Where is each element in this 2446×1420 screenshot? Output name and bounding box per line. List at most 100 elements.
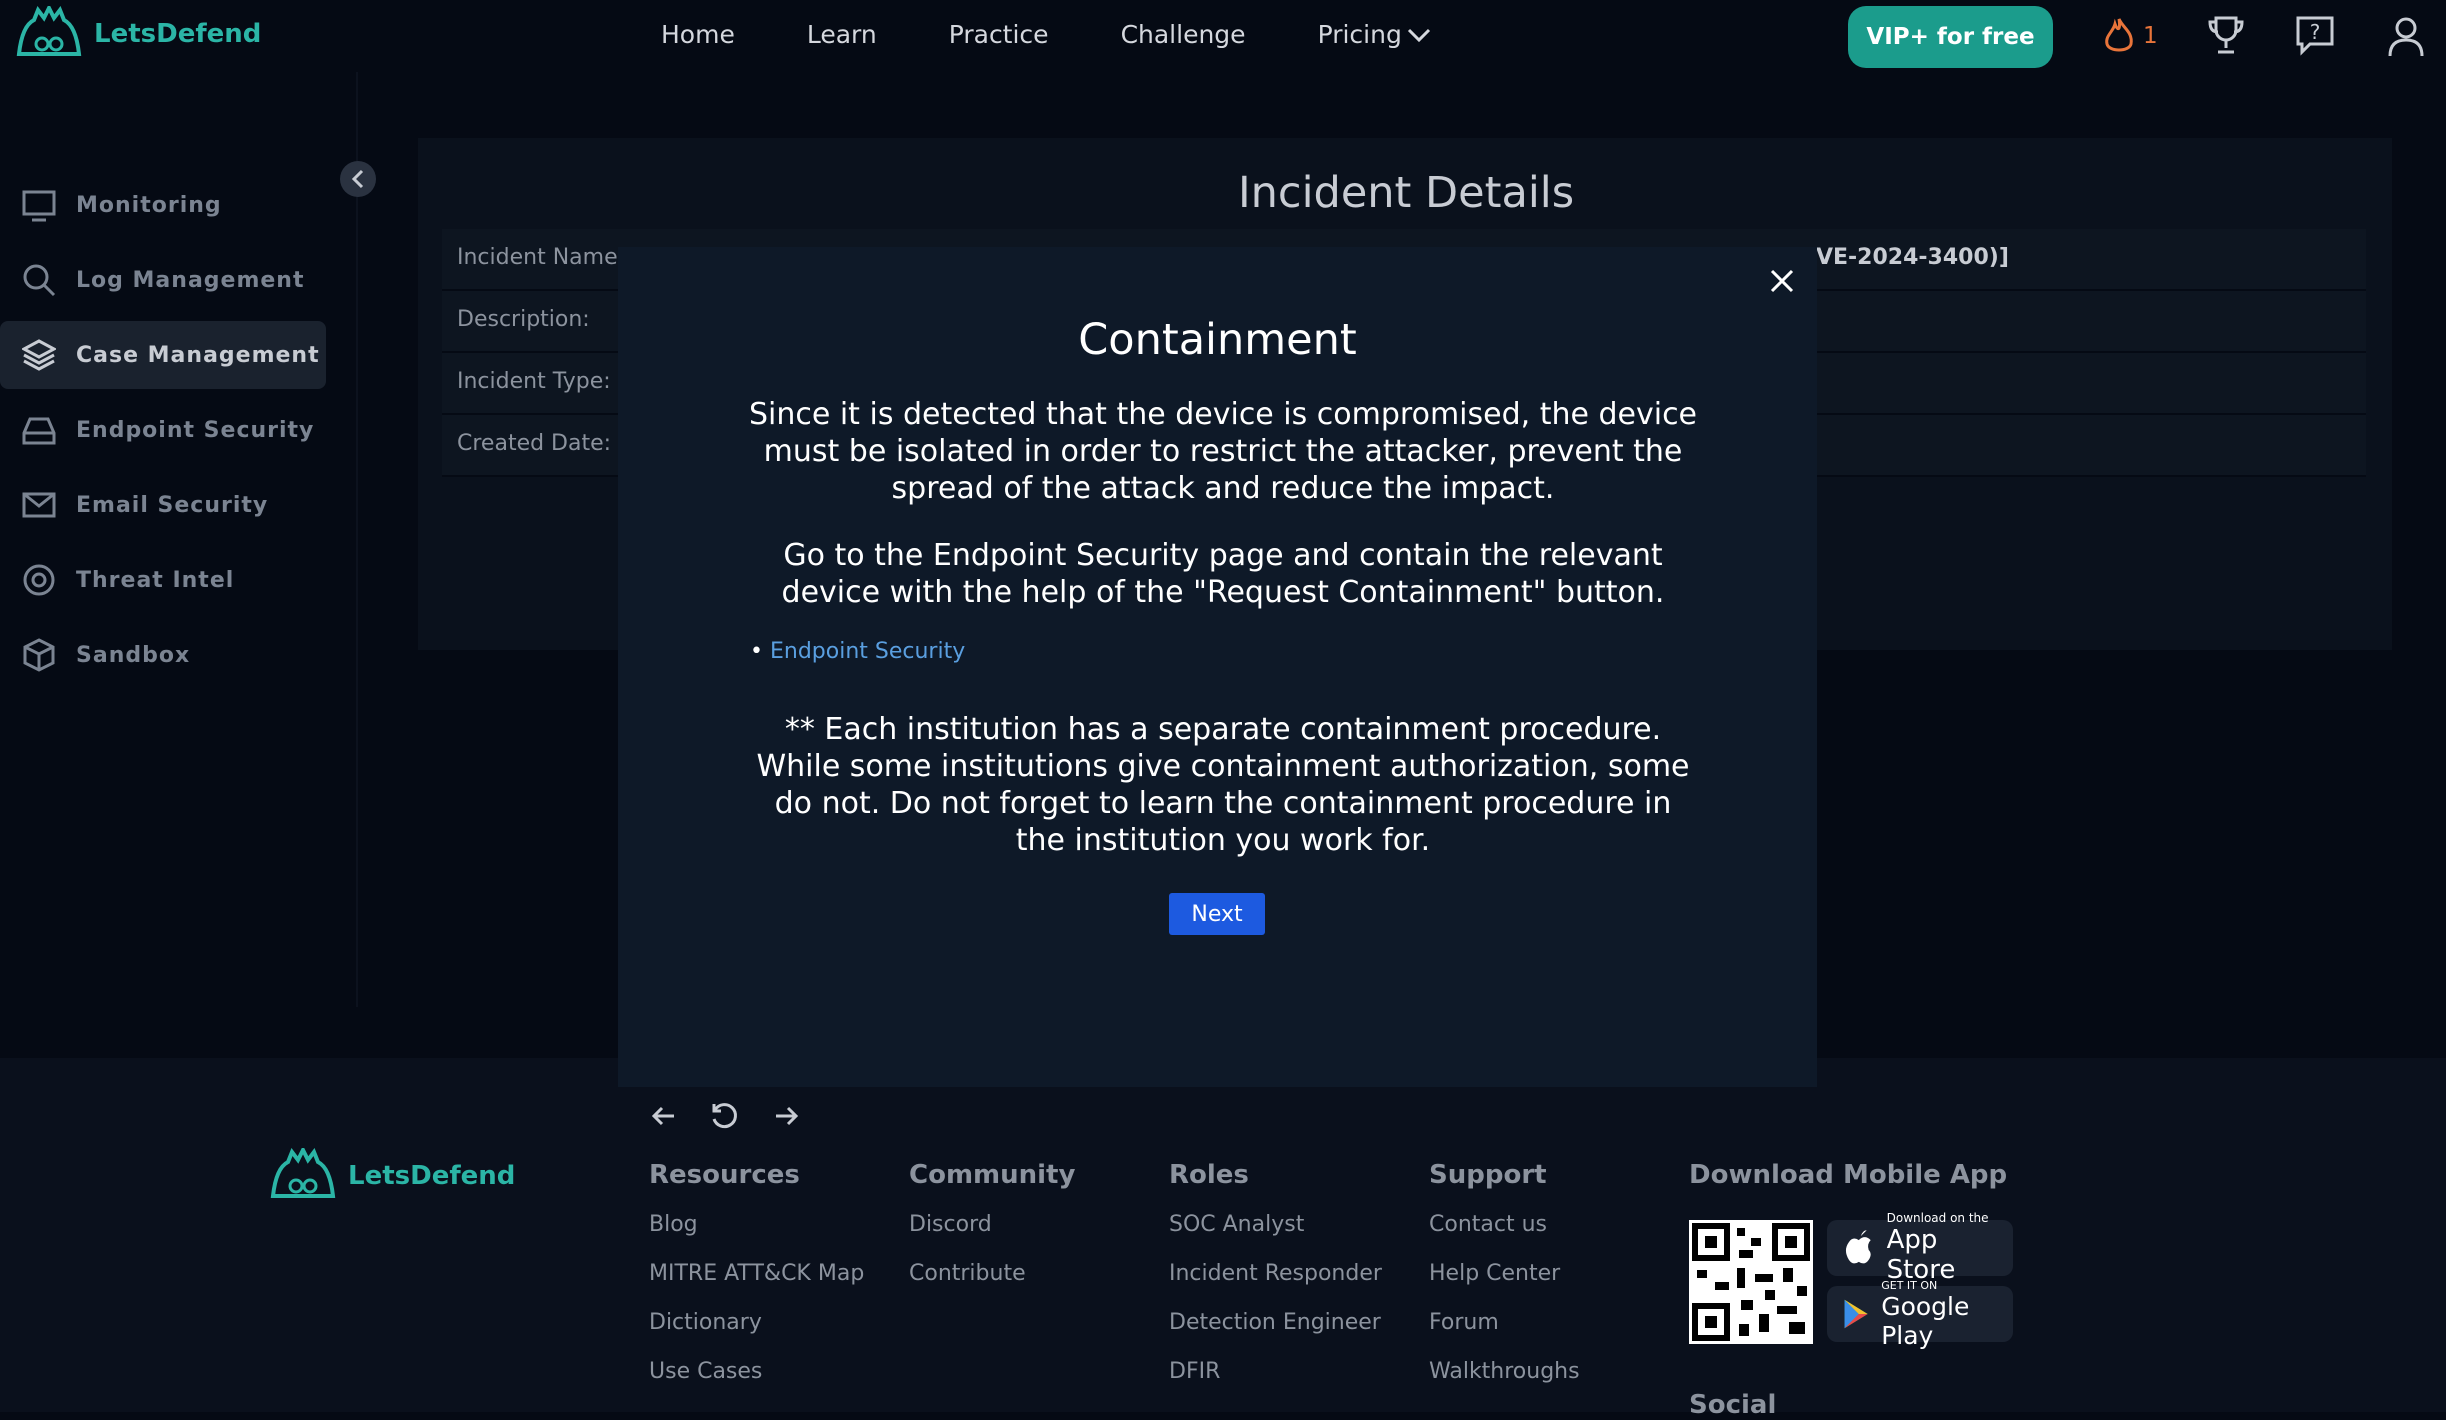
footer-column-support: Support Contact us Help Center Forum Wal… — [1429, 1160, 1580, 1408]
nav-links: Home Learn Practice Challenge Pricing — [661, 20, 1504, 49]
footer-link[interactable]: Walkthroughs — [1429, 1359, 1580, 1408]
sidebar-item-label: Sandbox — [76, 642, 191, 668]
footer-column-title: Support — [1429, 1160, 1547, 1190]
user-profile-icon[interactable] — [2386, 14, 2426, 58]
sidebar-item-label: Log Management — [76, 267, 305, 293]
footer-link[interactable]: Contact us — [1429, 1212, 1580, 1261]
vip-button[interactable]: VIP+ for free — [1848, 6, 2053, 68]
footer-link[interactable]: Blog — [649, 1212, 864, 1261]
app-store-text: Download on the App Store — [1887, 1211, 2013, 1285]
footer-column-title: Roles — [1169, 1160, 1249, 1190]
lifebuoy-icon — [23, 564, 55, 596]
footer-logo[interactable]: LetsDefend — [268, 1148, 515, 1204]
app-store-label: App Store — [1886, 1225, 1956, 1285]
modal-controls — [650, 1102, 832, 1132]
modal-paragraph-intro: Since it is detected that the device is … — [748, 397, 1698, 506]
nav-pricing-label: Pricing — [1317, 20, 1402, 49]
footer-social-title: Social — [1689, 1390, 1777, 1420]
chevron-left-icon — [351, 169, 364, 189]
google-play-text: GET IT ON Google Play — [1881, 1279, 2013, 1350]
sidebar-item-label: Email Security — [76, 492, 269, 518]
arrow-left-icon[interactable] — [650, 1102, 678, 1130]
endpoint-security-link[interactable]: Endpoint Security — [770, 639, 965, 664]
qr-code-icon — [1692, 1223, 1810, 1341]
footer-link[interactable]: DFIR — [1169, 1359, 1382, 1408]
layers-icon — [22, 339, 56, 371]
row-label: Incident Type: — [457, 369, 611, 394]
nav-home[interactable]: Home — [661, 20, 735, 49]
trophy-icon[interactable] — [2206, 14, 2246, 58]
hedgehog-logo-icon — [270, 1148, 336, 1198]
svg-text:?: ? — [2310, 20, 2321, 44]
row-label: Description: — [457, 307, 590, 332]
sidebar-item-monitoring[interactable]: Monitoring — [0, 171, 326, 239]
sidebar-item-label: Endpoint Security — [76, 417, 315, 443]
next-button[interactable]: Next — [1169, 893, 1265, 935]
row-value: VE-2024-3400)] — [1816, 245, 2009, 270]
footer-link[interactable]: Forum — [1429, 1310, 1580, 1359]
footer-column-title: Download Mobile App — [1689, 1160, 2008, 1190]
footer-column-resources: Resources Blog MITRE ATT&CK Map Dictiona… — [649, 1160, 864, 1408]
top-navbar: LetsDefend Home Learn Practice Challenge… — [0, 0, 2446, 72]
qr-code — [1689, 1220, 1813, 1344]
footer-download-section: Download Mobile App — [1689, 1160, 2007, 1212]
footer-link[interactable]: Help Center — [1429, 1261, 1580, 1310]
containment-modal: Containment Since it is detected that th… — [618, 247, 1817, 1087]
nav-challenge[interactable]: Challenge — [1121, 20, 1246, 49]
sidebar-item-endpoint-security[interactable]: Endpoint Security — [0, 396, 326, 464]
modal-link-item: • Endpoint Security — [750, 639, 965, 664]
google-play-icon — [1844, 1299, 1868, 1329]
cube-icon — [23, 638, 55, 672]
sidebar-item-case-management[interactable]: Case Management — [0, 321, 326, 389]
close-icon[interactable] — [1766, 265, 1798, 297]
google-play-badge[interactable]: GET IT ON Google Play — [1827, 1279, 2013, 1350]
brand-logo[interactable]: LetsDefend — [14, 6, 261, 62]
chevron-down-icon — [1407, 28, 1430, 42]
google-play-small: GET IT ON — [1881, 1278, 1938, 1292]
google-play-label: Google Play — [1881, 1291, 1970, 1350]
sidebar-item-label: Case Management — [76, 342, 320, 368]
search-icon — [23, 264, 56, 297]
footer-link[interactable]: Incident Responder — [1169, 1261, 1382, 1310]
streak-counter[interactable]: 1 — [2101, 16, 2158, 56]
sidebar-item-label: Monitoring — [76, 192, 222, 218]
arrow-right-icon[interactable] — [772, 1102, 800, 1130]
brand-name: LetsDefend — [348, 1161, 516, 1191]
help-icon[interactable]: ? — [2294, 14, 2336, 56]
hard-drive-icon — [22, 417, 56, 445]
footer-column-community: Community Discord Contribute — [909, 1160, 1075, 1310]
sidebar-item-label: Threat Intel — [76, 567, 235, 593]
streak-count: 1 — [2143, 23, 2158, 49]
brand-name: LetsDefend — [94, 19, 262, 49]
sidebar-item-sandbox[interactable]: Sandbox — [0, 621, 326, 689]
modal-title: Containment — [1078, 315, 1357, 365]
sidebar-item-log-management[interactable]: Log Management — [0, 246, 326, 314]
app-store-badge[interactable]: Download on the App Store — [1827, 1211, 2013, 1285]
sidebar-collapse-button[interactable] — [340, 161, 376, 197]
footer-link[interactable]: Contribute — [909, 1261, 1075, 1310]
monitor-icon — [22, 190, 56, 222]
apple-icon — [1845, 1230, 1871, 1264]
sidebar-item-email-security[interactable]: Email Security — [0, 471, 326, 539]
footer-column-title: Resources — [649, 1160, 800, 1190]
footer-link[interactable]: SOC Analyst — [1169, 1212, 1382, 1261]
footer-link[interactable]: Detection Engineer — [1169, 1310, 1382, 1359]
footer-column-title: Community — [909, 1160, 1076, 1190]
footer-link[interactable]: Dictionary — [649, 1310, 864, 1359]
footer-link[interactable]: Use Cases — [649, 1359, 864, 1408]
flame-icon — [2105, 18, 2133, 52]
hedgehog-logo-icon — [16, 6, 82, 56]
modal-paragraph-instructions: Go to the Endpoint Security page and con… — [781, 538, 1665, 610]
page-title: Incident Details — [1238, 168, 1575, 218]
nav-practice[interactable]: Practice — [949, 20, 1049, 49]
footer-link[interactable]: Discord — [909, 1212, 1075, 1261]
reset-icon[interactable] — [710, 1102, 740, 1132]
row-label: Incident Name: — [457, 245, 626, 270]
sidebar-item-threat-intel[interactable]: Threat Intel — [0, 546, 326, 614]
nav-learn[interactable]: Learn — [807, 20, 877, 49]
mail-icon — [22, 492, 56, 518]
nav-pricing[interactable]: Pricing — [1318, 20, 1432, 49]
modal-paragraph-note: ** Each institution has a separate conta… — [756, 712, 1690, 858]
footer-link[interactable]: MITRE ATT&CK Map — [649, 1261, 864, 1310]
app-store-small: Download on the — [1886, 1211, 1989, 1225]
